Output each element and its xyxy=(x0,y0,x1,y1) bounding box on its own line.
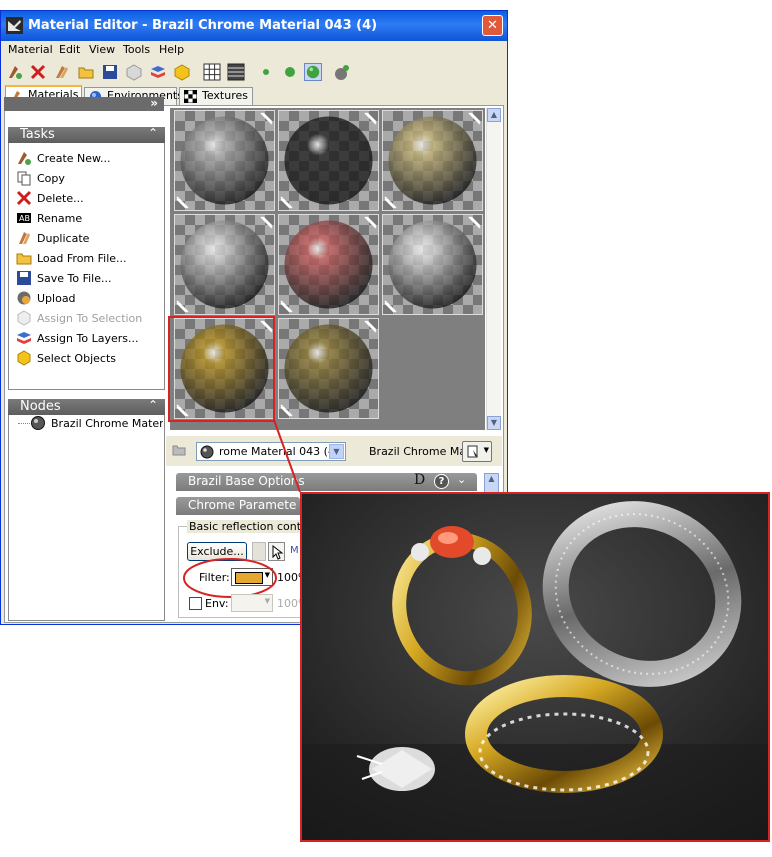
rendered-rings-image xyxy=(300,492,770,842)
rings-render xyxy=(302,494,768,840)
